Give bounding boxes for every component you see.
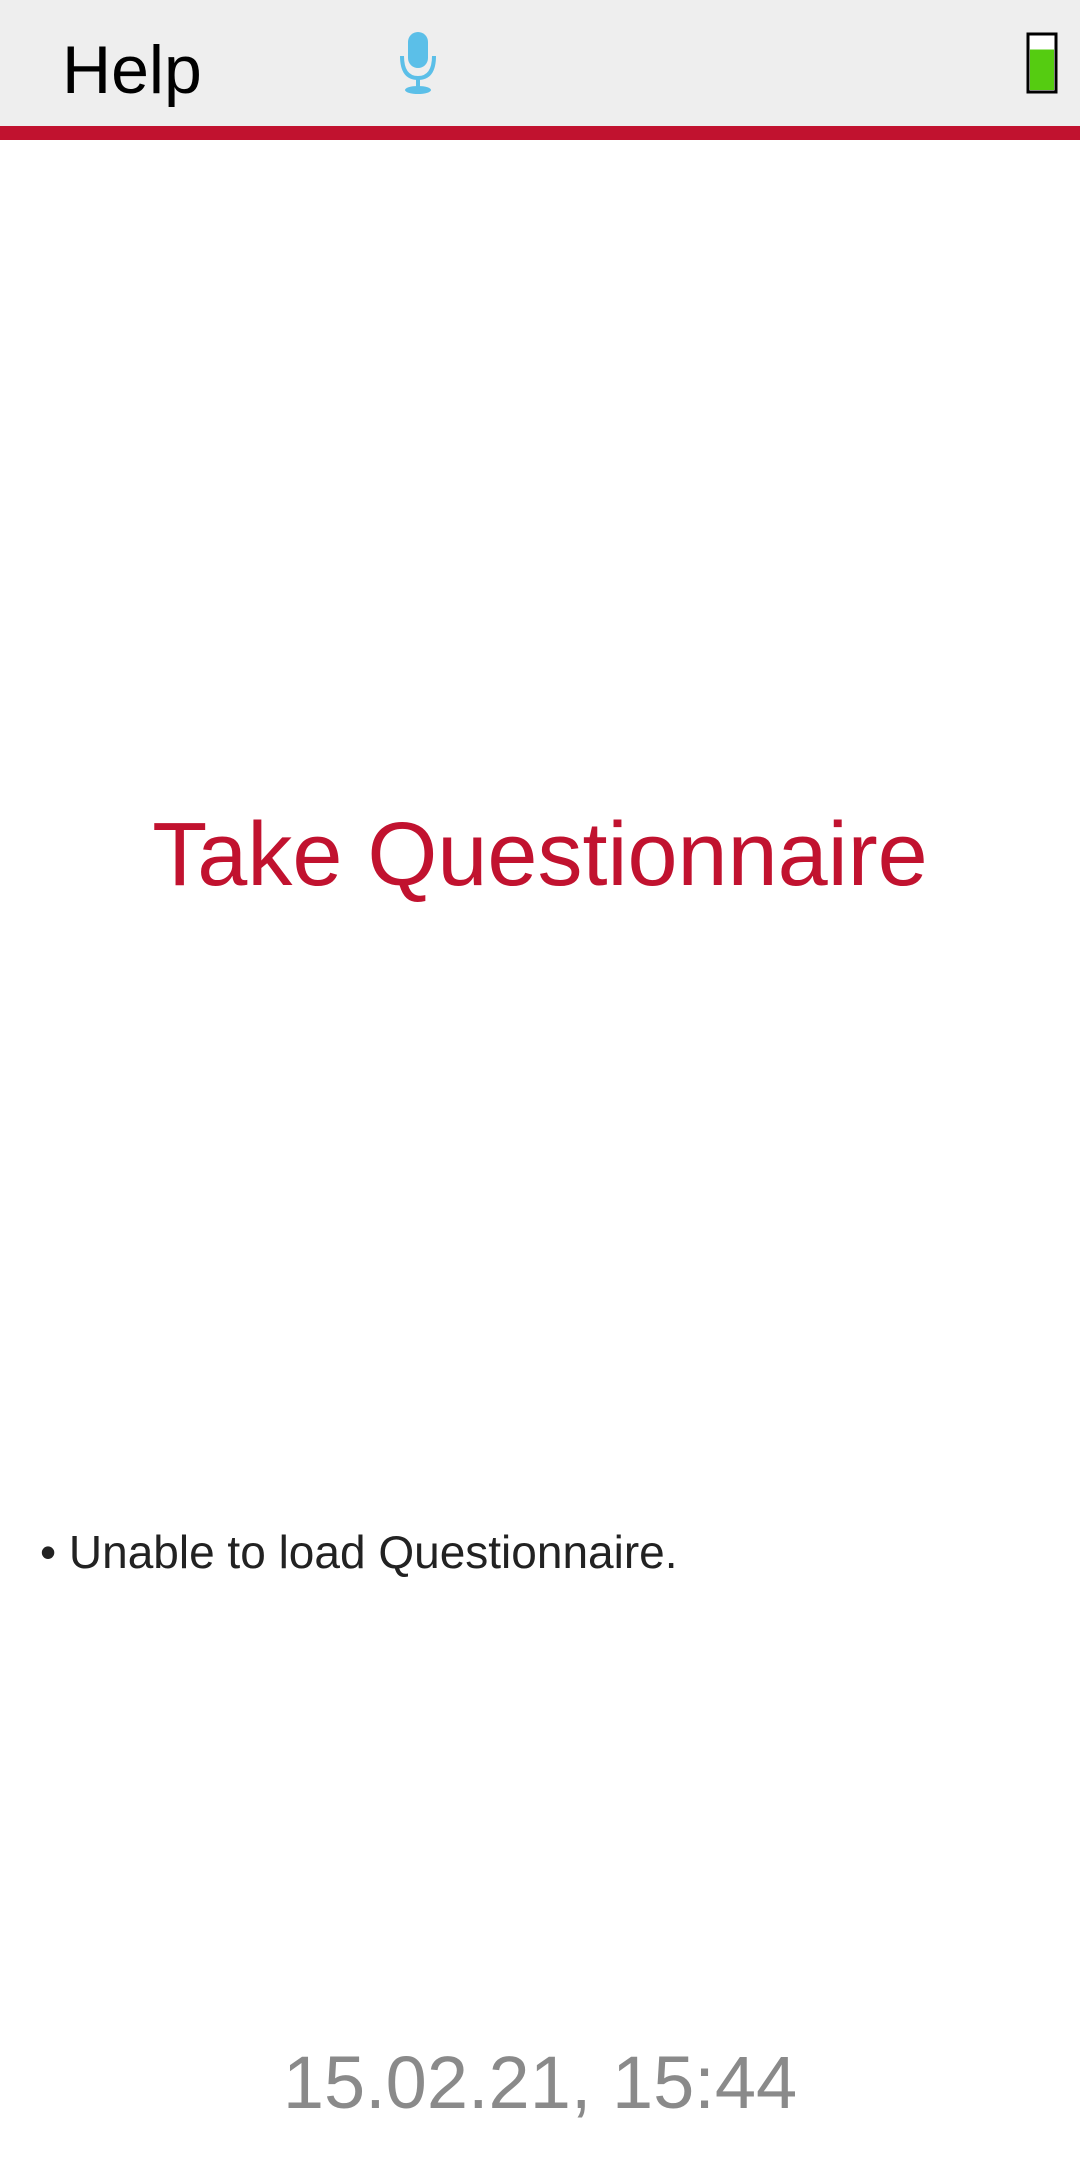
timestamp: 15.02.21, 15:44	[282, 2041, 798, 2124]
microphone-icon[interactable]	[398, 30, 438, 96]
app-screen: Help Take Questionnaire • Unable to load…	[0, 0, 1080, 2160]
help-link[interactable]: Help	[62, 30, 202, 110]
battery-icon	[1026, 32, 1058, 94]
take-questionnaire-title[interactable]: Take Questionnaire	[0, 800, 1080, 910]
top-bar: Help	[0, 0, 1080, 126]
battery-level-fill	[1030, 49, 1054, 90]
header-divider	[0, 126, 1080, 140]
error-message: • Unable to load Questionnaire.	[40, 1526, 678, 1578]
